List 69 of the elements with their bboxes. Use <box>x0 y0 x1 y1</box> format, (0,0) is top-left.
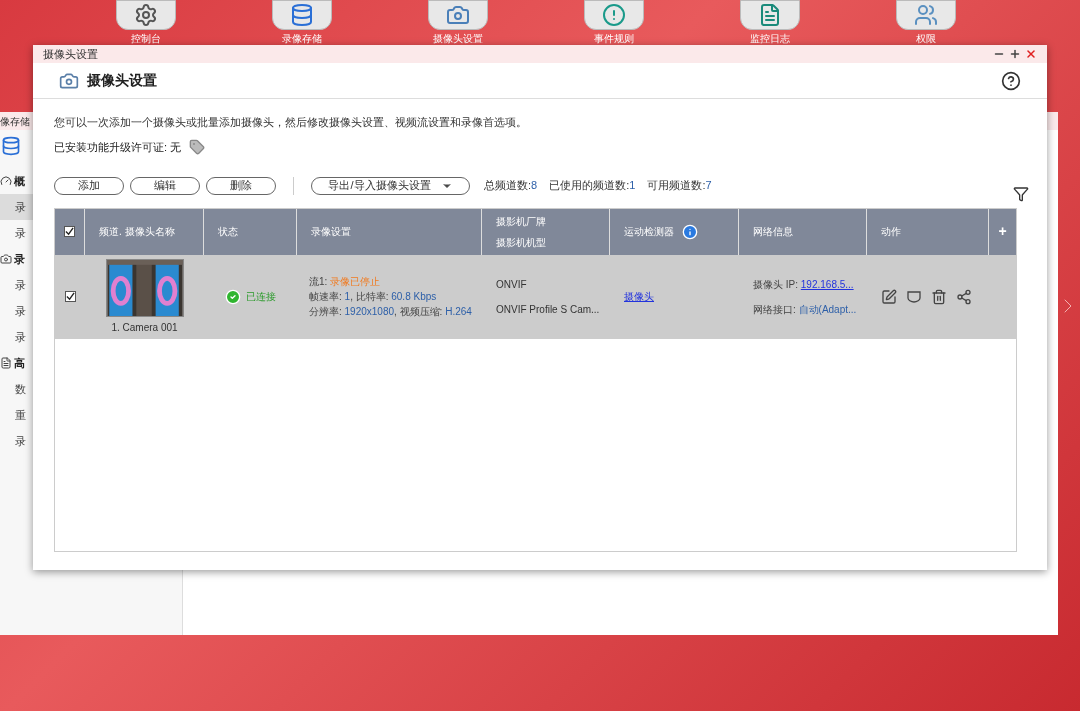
channel-count: 已使用的频道数:1 <box>549 178 636 194</box>
toolbar-button[interactable]: 编辑 <box>130 176 200 195</box>
app-label: 摄像头设置 <box>433 33 483 45</box>
app-label: 监控日志 <box>750 33 790 45</box>
camera-icon <box>0 253 12 265</box>
edit-icon[interactable] <box>881 288 897 305</box>
camera-icon <box>446 3 470 27</box>
motion-link[interactable]: 摄像头 <box>624 289 654 304</box>
app-label: 权限 <box>916 33 936 45</box>
document-icon <box>0 357 12 369</box>
check-icon <box>225 288 241 305</box>
camera-ip: 摄像头 IP: 192.168.5... <box>753 277 853 292</box>
table-row[interactable]: 1. Camera 001 已连接 流1: 录像已停止 帧速率: 1, 比特率: 60.8 Kbps 分辨率: 1920x1080, 视频压缩: H.264 ONVIF ONVIF Profile S Cam... 摄像头 摄像头 IP: 192.168.5... 网络接口: 自动(Adapt... <box>55 254 1016 339</box>
share-icon[interactable] <box>956 288 972 305</box>
app-tile[interactable] <box>584 0 644 30</box>
header-checkbox[interactable] <box>64 226 75 237</box>
app-label: 录像存储 <box>282 33 322 45</box>
column-header[interactable]: 运动检测器 <box>624 224 674 239</box>
recording-info: 分辨率: 1920x1080, 视频压缩: H.264 <box>309 305 473 319</box>
app-tile[interactable] <box>896 0 956 30</box>
description-text: 您可以一次添加一个摄像头或批量添加摄像头，然后修改摄像头设置、视频流设置和录像首选项。 <box>54 115 528 130</box>
toolbar-button[interactable]: 添加 <box>54 176 124 195</box>
ip-link[interactable]: 192.168.5... <box>800 278 854 290</box>
column-header[interactable]: 摄影机厂牌 <box>496 213 546 229</box>
sidebar-group[interactable]: 高 <box>14 354 25 372</box>
channel-count: 可用频道数:7 <box>647 178 712 194</box>
close-icon[interactable] <box>1025 48 1037 60</box>
column-header[interactable]: 动作 <box>881 224 901 239</box>
camera-name: 1. Camera 001 <box>111 320 178 335</box>
alert-icon <box>602 3 626 27</box>
toolbar-button[interactable]: 删除 <box>206 176 276 195</box>
export-import-dropdown[interactable]: 导出/导入摄像头设置 <box>311 176 470 195</box>
row-checkbox[interactable] <box>64 291 76 302</box>
database-icon <box>290 3 314 27</box>
shield-icon[interactable] <box>906 288 922 305</box>
help-icon[interactable] <box>1001 70 1021 91</box>
recording-info: 流1: 录像已停止 <box>309 275 382 289</box>
recording-info: 帧速率: 1, 比特率: 60.8 Kbps <box>309 290 438 304</box>
app-tile[interactable] <box>116 0 176 30</box>
channel-count: 总频道数:8 <box>484 178 538 194</box>
column-header[interactable]: 录像设置 <box>311 224 351 239</box>
maximize-icon[interactable] <box>1009 48 1021 60</box>
app-tile[interactable] <box>272 0 332 30</box>
delete-icon[interactable] <box>931 288 947 305</box>
app-tile[interactable] <box>740 0 800 30</box>
license-text: 已安装功能升级许可证: 无 <box>54 140 182 155</box>
sidebar-group[interactable]: 概 <box>14 172 25 190</box>
status-text: 已连接 <box>246 290 276 304</box>
sidebar-group[interactable]: 录 <box>14 250 25 268</box>
dialog-heading: 摄像头设置 <box>87 71 157 90</box>
app-label: 控制台 <box>131 33 161 45</box>
app-label: 事件规则 <box>594 33 634 45</box>
column-header[interactable]: 状态 <box>218 224 238 239</box>
document-icon <box>758 3 782 27</box>
tag-icon[interactable] <box>189 139 206 156</box>
window-title: 像存储 <box>0 114 30 129</box>
camera-brand: ONVIF <box>496 277 528 292</box>
column-header[interactable]: 摄影机机型 <box>496 234 546 250</box>
column-header[interactable]: 网络信息 <box>753 224 793 239</box>
info-icon[interactable] <box>682 223 698 240</box>
column-header[interactable]: 频道. 摄像头名称 <box>99 224 175 239</box>
app-tile[interactable] <box>428 0 488 30</box>
database-icon <box>1 136 21 156</box>
window-title: 摄像头设置 <box>43 46 98 62</box>
add-column-button[interactable]: + <box>998 221 1007 242</box>
gauge-icon <box>0 175 12 187</box>
gear-icon <box>134 3 158 27</box>
users-icon <box>914 3 938 27</box>
filter-icon[interactable] <box>1013 185 1029 202</box>
